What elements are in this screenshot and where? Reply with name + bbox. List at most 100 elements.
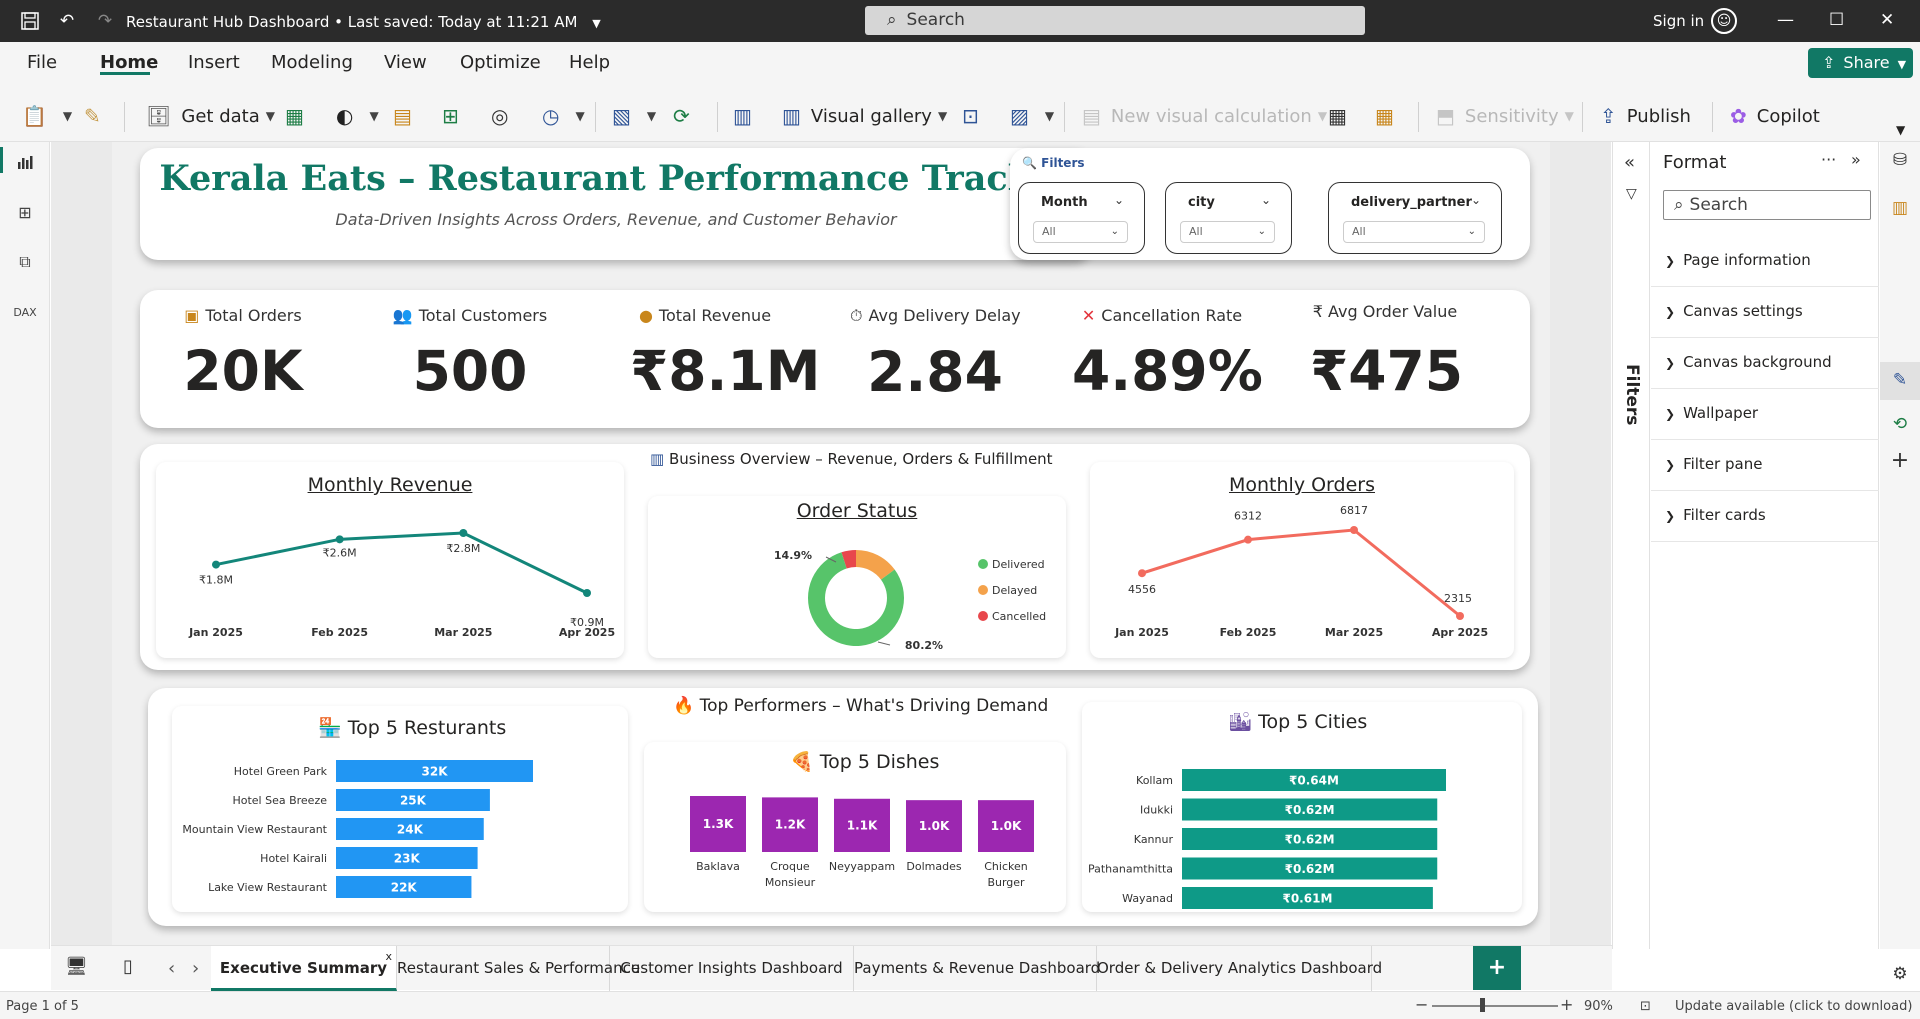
publish-button[interactable]: ⇪ Publish <box>1600 102 1691 130</box>
data-label: ₹2.6M <box>323 546 357 559</box>
menu-insert[interactable]: Insert <box>188 52 240 73</box>
mobile-layout-icon[interactable]: ▯ <box>123 956 133 977</box>
table-view-icon[interactable]: ⊞ <box>13 200 37 224</box>
chevron-down-icon[interactable]: ⌄ <box>1114 193 1124 207</box>
add-pane-icon[interactable]: + <box>1888 448 1912 473</box>
save-icon[interactable] <box>19 10 41 32</box>
chevron-down-icon[interactable]: ⌄ <box>1471 193 1481 207</box>
leader-line <box>877 641 891 646</box>
more-visuals-button[interactable]: ▨ ▼ <box>1010 102 1054 130</box>
fit-to-page-icon[interactable]: ⊡ <box>1640 999 1651 1014</box>
new-visual-button[interactable]: ▥ <box>733 102 762 130</box>
menu-file[interactable]: File <box>27 52 57 73</box>
data-pane-icon[interactable]: ⛁ <box>1888 148 1912 172</box>
close-icon[interactable]: ✕ <box>1880 10 1894 30</box>
tab-payments-revenue[interactable]: Payments & Revenue Dashboard <box>854 946 1100 991</box>
tab-order-delivery[interactable]: Order & Delivery Analytics Dashboard <box>1097 946 1382 991</box>
visual-gallery-button[interactable]: ▥ Visual gallery ▼ <box>782 102 947 130</box>
slicer-delivery-partner[interactable]: delivery_partner ⌄ All ⌄ <box>1328 182 1502 254</box>
dataverse-icon: ◎ <box>491 104 509 128</box>
zoom-out-icon[interactable]: − <box>1415 995 1428 1014</box>
onelake-button[interactable]: ◐ ▼ <box>336 102 379 130</box>
chevron-down-icon[interactable]: ⌄ <box>1261 193 1271 207</box>
kpi-card: ▣ Total Orders 20K 👥 Total Customers 500 ●… <box>140 290 1530 428</box>
filters-pane-collapsed[interactable]: « ▽ Filters <box>1612 142 1650 949</box>
close-tab-icon[interactable]: x <box>385 934 392 979</box>
menu-help[interactable]: Help <box>569 52 610 73</box>
excel-button[interactable]: ▦ <box>285 102 314 130</box>
more-options-icon[interactable]: ··· <box>1821 150 1836 169</box>
sign-in-link[interactable]: Sign in <box>1653 12 1704 30</box>
get-data-button[interactable]: 🗄 Get data ▼ <box>146 102 275 130</box>
top-performers-heading: 🔥 Top Performers – What's Driving Demand <box>673 696 1048 716</box>
paste-button[interactable]: 📋 ▼ <box>22 102 72 130</box>
section-filter-cards[interactable]: ❯ Filter cards <box>1651 491 1879 542</box>
report-view-icon[interactable] <box>13 150 37 174</box>
minimize-icon[interactable]: — <box>1777 10 1794 30</box>
text-box-button[interactable]: ⊡ <box>962 102 989 130</box>
share-button[interactable]: ⇪ Share ▼ <box>1808 48 1913 78</box>
sensitivity-button[interactable]: ⬒ Sensitivity ▼ <box>1436 102 1574 130</box>
sql-server-button[interactable]: ▤ <box>393 102 422 130</box>
refresh-button[interactable]: ⟳ <box>673 102 700 130</box>
section-canvas-background[interactable]: ❯ Canvas background <box>1651 338 1879 389</box>
collapse-ribbon-icon[interactable]: ▼ <box>1896 116 1905 144</box>
redo-icon[interactable]: ↷ <box>94 10 116 32</box>
tab-restaurant-sales[interactable]: Restaurant Sales & Performance <box>397 946 640 991</box>
settings-gear-icon[interactable]: ⚙ <box>1888 962 1912 986</box>
data-label: 2315 <box>1444 592 1472 605</box>
format-search-input[interactable]: ⌕ Search <box>1663 190 1871 220</box>
kpi-label: Total Orders <box>205 306 302 325</box>
tab-customer-insights[interactable]: Customer Insights Dashboard <box>610 946 854 991</box>
section-page-information[interactable]: ❯ Page information <box>1651 236 1879 287</box>
slicer-month[interactable]: Month ⌄ All ⌄ <box>1018 182 1145 254</box>
menu-optimize[interactable]: Optimize <box>460 52 541 73</box>
zoom-slider[interactable] <box>1432 1005 1558 1007</box>
menu-view[interactable]: View <box>384 52 427 73</box>
desktop-layout-icon[interactable]: 🖥 <box>65 956 88 977</box>
menu-home[interactable]: Home <box>100 52 158 73</box>
new-visual-calculation-button[interactable]: ▤ New visual calculation ▼ <box>1082 102 1327 130</box>
maximize-icon[interactable]: ☐ <box>1829 10 1844 30</box>
tab-scroll-left-icon[interactable]: ‹ <box>168 958 175 979</box>
bookmarks-pane-icon[interactable]: ⟲ <box>1888 412 1912 436</box>
slicer-dropdown[interactable]: All ⌄ <box>1033 221 1128 243</box>
format-painter-button[interactable]: ✎ <box>84 102 111 130</box>
recent-sources-button[interactable]: ◷ ▼ <box>542 102 585 130</box>
menu-modeling[interactable]: Modeling <box>271 52 353 73</box>
section-canvas-settings[interactable]: ❯ Canvas settings <box>1651 287 1879 338</box>
dax-query-view-icon[interactable]: DAX <box>13 300 37 324</box>
toolbar-divider <box>1064 102 1065 132</box>
expand-chevron-icon[interactable]: « <box>1624 152 1635 173</box>
filters-heading: 🔍 Filters <box>1022 156 1085 170</box>
collapse-pane-icon[interactable]: » <box>1851 150 1861 169</box>
zoom-slider-thumb[interactable] <box>1480 998 1485 1012</box>
section-filter-pane[interactable]: ❯ Filter pane <box>1651 440 1879 491</box>
model-view-icon[interactable]: ⧉ <box>13 250 37 274</box>
account-icon[interactable]: ☺ <box>1711 8 1737 34</box>
chevron-right-icon: ❯ <box>1665 509 1676 523</box>
copilot-button[interactable]: ✿ Copilot <box>1730 102 1820 130</box>
enter-data-button[interactable]: ⊞ <box>442 102 469 130</box>
global-search[interactable]: ⌕ Search <box>865 6 1365 35</box>
x-tick-label: Apr 2025 <box>559 626 615 639</box>
update-available-link[interactable]: Update available (click to download) <box>1675 999 1912 1014</box>
transform-data-button[interactable]: ▧ ▼ <box>612 102 656 130</box>
slicer-dropdown[interactable]: All ⌄ <box>1343 221 1485 243</box>
visualizations-pane-icon[interactable]: ▥ <box>1888 196 1912 220</box>
legend-label: Cancelled <box>992 610 1046 623</box>
legend-label: Delayed <box>992 584 1037 597</box>
undo-icon[interactable]: ↶ <box>56 10 78 32</box>
section-wallpaper[interactable]: ❯ Wallpaper <box>1651 389 1879 440</box>
format-pane-icon[interactable]: ✎ <box>1888 368 1912 392</box>
new-measure-button[interactable]: ▦ <box>1328 102 1357 130</box>
slicer-city[interactable]: city ⌄ All ⌄ <box>1165 182 1292 254</box>
slicer-dropdown[interactable]: All ⌄ <box>1180 221 1275 243</box>
dataverse-button[interactable]: ◎ <box>491 102 518 130</box>
quick-measure-button[interactable]: ▦ <box>1375 102 1404 130</box>
zoom-in-icon[interactable]: + <box>1560 995 1573 1014</box>
add-page-button[interactable]: + <box>1473 946 1521 990</box>
chevron-down-icon[interactable]: ▼ <box>592 17 600 30</box>
tab-scroll-right-icon[interactable]: › <box>192 958 199 979</box>
tab-executive-summary[interactable]: Executive Summary x <box>211 946 397 991</box>
